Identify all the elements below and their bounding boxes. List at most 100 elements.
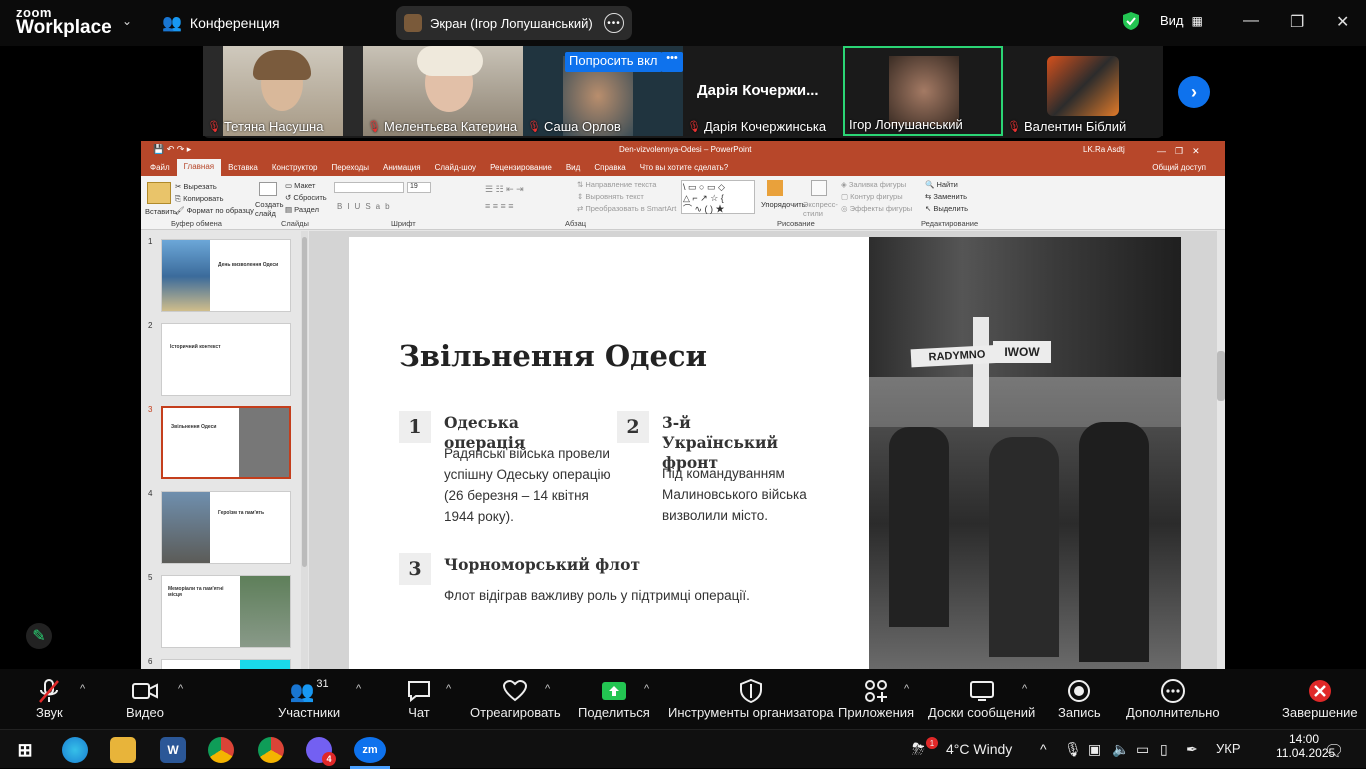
- record-button[interactable]: Запись: [1058, 677, 1101, 720]
- list-icons[interactable]: ☰ ☷ ⇤ ⇥: [485, 184, 524, 195]
- whiteboards-button[interactable]: Доски сообщений: [928, 677, 1035, 720]
- font-format-icons[interactable]: BIUSab: [337, 202, 395, 211]
- audio-options-icon[interactable]: ^: [80, 683, 85, 695]
- current-slide[interactable]: Звільнення Одеси 1 Одеська операція Радя…: [349, 237, 1181, 669]
- paste-button[interactable]: Вставить: [145, 207, 177, 216]
- participant-tile-active[interactable]: Ігор Лопушанський: [843, 46, 1003, 136]
- layout-button[interactable]: ▭ Макет: [285, 181, 315, 190]
- close-icon[interactable]: ✕: [1336, 12, 1349, 32]
- ppt-window-controls[interactable]: — ❐ ✕: [1157, 144, 1200, 157]
- mic-tray-icon[interactable]: 🎙: [1064, 741, 1082, 758]
- paste-icon[interactable]: [147, 182, 171, 204]
- video-button[interactable]: Видео: [126, 677, 164, 720]
- meeting-info-button[interactable]: 👥 Конференция: [162, 13, 280, 33]
- security-shield-icon[interactable]: [1122, 11, 1140, 31]
- tab-transitions[interactable]: Переходы: [324, 160, 376, 175]
- tab-review[interactable]: Рецензирование: [483, 160, 559, 175]
- slide-thumbnail[interactable]: Історичний контекст: [161, 323, 291, 396]
- item-body[interactable]: Під командуванням Малиновського війська …: [662, 463, 834, 526]
- end-meeting-button[interactable]: Завершение: [1282, 677, 1358, 720]
- participant-tile[interactable]: 🎙 Тетяна Насушна: [203, 46, 363, 136]
- whiteboards-options-icon[interactable]: ^: [1022, 683, 1027, 695]
- file-explorer-icon[interactable]: [110, 737, 136, 763]
- shapes-gallery[interactable]: \ ▭ ○ ▭ ◇ △ ⌐ ↗ ☆ {⌒ ∿ ( ) ★: [681, 180, 755, 214]
- audio-button[interactable]: Звук: [36, 677, 63, 720]
- arrange-icon[interactable]: [767, 180, 783, 196]
- slide-scrollbar[interactable]: [1217, 231, 1225, 669]
- select-button[interactable]: ↖ Выделить: [925, 204, 968, 213]
- chat-button[interactable]: Чат: [406, 677, 432, 720]
- arrange-button[interactable]: Упорядочить: [761, 200, 806, 209]
- share-options-icon[interactable]: ^: [644, 683, 649, 695]
- new-slide-button[interactable]: Создать слайд: [255, 200, 284, 218]
- quick-access-icons[interactable]: 💾 ↶ ↷ ▸: [153, 144, 191, 155]
- slide-thumbnail[interactable]: Героїзм та пам'ять: [161, 491, 291, 564]
- volume-icon[interactable]: 🔈: [1112, 741, 1129, 758]
- shape-effects-button[interactable]: ◎ Эффекты фигуры: [841, 204, 912, 213]
- tab-slideshow[interactable]: Слайд-шоу: [428, 160, 483, 175]
- tab-animation[interactable]: Анимация: [376, 160, 428, 175]
- historical-photo[interactable]: RADYMNO IWOW: [869, 237, 1181, 669]
- viber-icon[interactable]: 4: [306, 737, 336, 766]
- share-access-button[interactable]: Общий доступ: [1145, 160, 1213, 175]
- align-text-button[interactable]: ⇕ Выровнять текст: [577, 192, 644, 201]
- cut-button[interactable]: ✂ Вырезать: [175, 182, 217, 191]
- tray-overflow-icon[interactable]: ^: [1040, 741, 1047, 757]
- more-button[interactable]: Дополнительно: [1126, 677, 1220, 720]
- restore-icon[interactable]: ❐: [1290, 12, 1304, 32]
- copy-button[interactable]: ⎘ Копировать: [175, 194, 223, 204]
- participant-tile[interactable]: Дарія Кочержи... 🎙 Дарія Кочержинська: [683, 46, 843, 136]
- minimize-icon[interactable]: —: [1243, 12, 1259, 30]
- item-body[interactable]: Радянські війська провели успішну Одеськ…: [444, 443, 612, 527]
- thumbs-scrollbar[interactable]: [301, 231, 308, 669]
- quick-styles-button[interactable]: Экспресс-стили: [803, 200, 838, 218]
- participants-button[interactable]: 👥 31 Участники: [278, 677, 340, 720]
- slide-title[interactable]: Звільнення Одеси: [399, 339, 707, 373]
- chrome-icon[interactable]: [208, 737, 234, 763]
- share-indicator[interactable]: Экран (Ігор Лопушанський) •••: [396, 6, 632, 40]
- network-icon[interactable]: ▭: [1136, 741, 1149, 758]
- apps-button[interactable]: Приложения: [838, 677, 914, 720]
- tile-more-icon[interactable]: •••: [661, 52, 683, 72]
- text-direction-button[interactable]: ⇅ Направление текста: [577, 180, 656, 189]
- windows-start-icon[interactable]: ⊞: [12, 737, 38, 763]
- item-body[interactable]: Флот відіграв важливу роль у підтримці о…: [444, 585, 844, 606]
- slide-thumbnail-selected[interactable]: Звільнення Одеси: [161, 406, 291, 479]
- format-painter-button[interactable]: 🖌 Формат по образцу: [175, 206, 254, 215]
- tab-view[interactable]: Вид: [559, 160, 587, 175]
- more-options-icon[interactable]: •••: [604, 13, 624, 33]
- slide-thumbnail[interactable]: Меморіали та пам'ятні місця: [161, 575, 291, 648]
- host-tools-button[interactable]: Инструменты организатора: [668, 677, 834, 720]
- edge-icon[interactable]: [62, 737, 88, 763]
- apps-options-icon[interactable]: ^: [904, 683, 909, 695]
- find-button[interactable]: 🔍 Найти: [925, 180, 958, 189]
- tab-file[interactable]: Файл: [143, 160, 177, 175]
- reset-button[interactable]: ↺ Сбросить: [285, 193, 327, 202]
- weather-icon[interactable]: ⛈ 1: [912, 737, 938, 759]
- tab-design[interactable]: Конструктор: [265, 160, 325, 175]
- ask-unmute-button[interactable]: Попросить вкл: [565, 52, 662, 72]
- video-options-icon[interactable]: ^: [178, 683, 183, 695]
- tab-help[interactable]: Справка: [587, 160, 632, 175]
- replace-button[interactable]: ⇆ Заменить: [925, 192, 967, 201]
- battery-icon[interactable]: ▯: [1160, 741, 1168, 758]
- participant-tile[interactable]: Попросить вкл ••• 🎙 Саша Орлов: [523, 46, 683, 136]
- shape-fill-button[interactable]: ◈ Заливка фигуры: [841, 180, 906, 189]
- chat-options-icon[interactable]: ^: [446, 683, 451, 695]
- react-options-icon[interactable]: ^: [545, 683, 550, 695]
- section-button[interactable]: ▤ Раздел: [285, 205, 319, 214]
- font-family-select[interactable]: [334, 182, 404, 193]
- font-size-select[interactable]: 19: [407, 182, 431, 193]
- language-indicator[interactable]: УКР: [1216, 741, 1241, 756]
- tab-insert[interactable]: Вставка: [221, 160, 265, 175]
- item-heading[interactable]: Чорноморський флот: [444, 555, 744, 575]
- quick-styles-icon[interactable]: [811, 180, 827, 196]
- pen-icon[interactable]: ✒: [1186, 741, 1198, 758]
- participants-options-icon[interactable]: ^: [356, 683, 361, 695]
- shape-outline-button[interactable]: ▢ Контур фигуры: [841, 192, 903, 201]
- new-slide-icon[interactable]: [259, 182, 277, 196]
- next-page-icon[interactable]: ›: [1178, 76, 1210, 108]
- slide-thumbnail[interactable]: День визволення Одеси: [161, 239, 291, 312]
- zoom-taskbar-icon[interactable]: zm: [354, 737, 386, 763]
- chevron-down-icon[interactable]: ⌄: [122, 14, 132, 28]
